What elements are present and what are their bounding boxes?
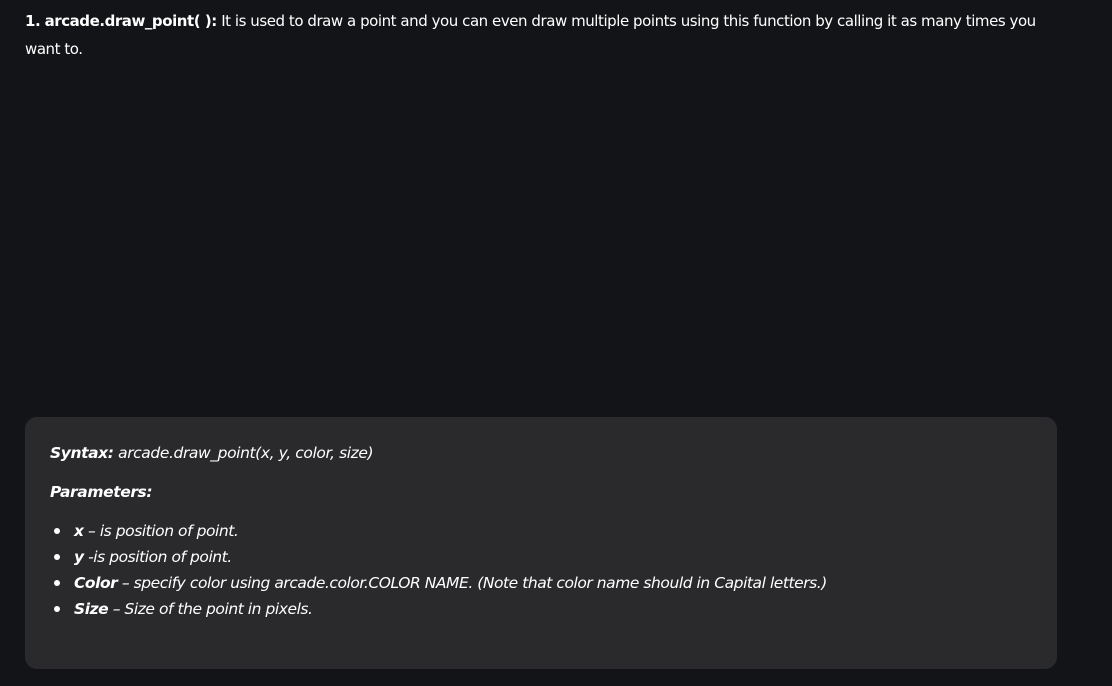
syntax-line: Syntax: arcade.draw_point(x, y, color, s… [50,444,374,462]
intro-number: 1. [25,12,41,30]
intro-function-name: arcade.draw_point( ): [44,12,218,30]
syntax-code: arcade.draw_point(x, y, color, size) [118,444,374,462]
syntax-box: Syntax: arcade.draw_point(x, y, color, s… [25,417,1057,669]
bullet-icon [54,554,60,560]
bullet-icon [54,528,60,534]
intro-paragraph: 1. arcade.draw_point( ): It is used to d… [25,7,1075,63]
parameter-name: Size [74,600,109,618]
syntax-label: Syntax: [50,444,114,462]
parameter-name: Color [74,574,118,592]
bullet-icon [54,606,60,612]
parameter-description: – is position of point. [83,522,239,540]
bullet-icon [54,580,60,586]
parameter-item-color: Color – specify color using arcade.color… [50,570,827,596]
parameter-name: y [74,548,84,566]
parameter-item-size: Size – Size of the point in pixels. [50,596,827,622]
parameter-description: – specify color using arcade.color.COLOR… [117,574,827,592]
parameters-title: Parameters: [50,483,153,501]
parameter-name: x [74,522,84,540]
parameter-item-x: x – is position of point. [50,518,827,544]
parameter-item-y: y -is position of point. [50,544,827,570]
parameter-description: -is position of point. [83,548,232,566]
parameter-list: x – is position of point. y -is position… [50,518,827,622]
parameter-description: – Size of the point in pixels. [108,600,313,618]
